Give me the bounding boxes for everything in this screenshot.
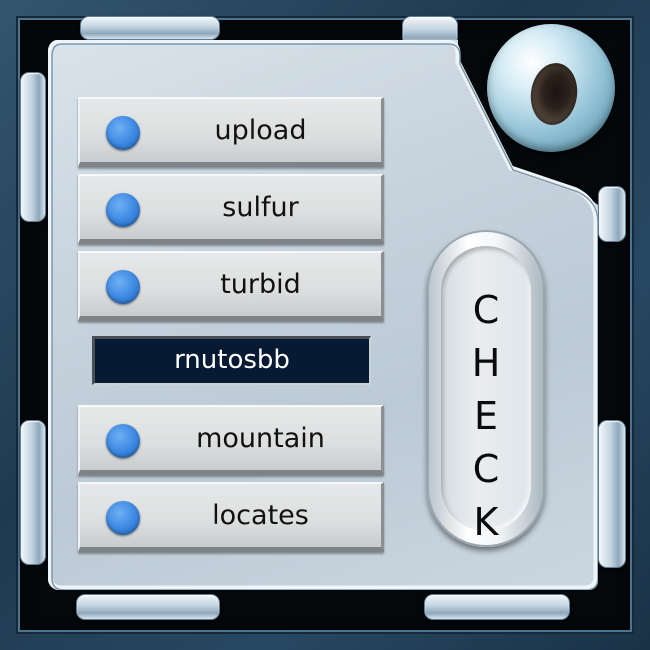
camera-eye-icon (487, 24, 615, 152)
camera-lens (526, 60, 582, 128)
option-button-1[interactable]: upload (78, 97, 384, 167)
check-letter: H (471, 341, 501, 385)
option-button-3[interactable]: turbid (78, 251, 384, 321)
check-button-face: C H E C K (441, 246, 531, 544)
blue-dot-icon (106, 193, 140, 227)
answer-text-field[interactable]: rnutosbb (92, 336, 371, 385)
option-label: locates (212, 500, 309, 531)
blue-dot-icon (106, 270, 140, 304)
option-label: upload (214, 115, 307, 146)
check-letter: K (473, 500, 499, 544)
check-letter: C (472, 447, 500, 491)
bumper-top-left (80, 16, 220, 40)
bumper-bottom-right (424, 594, 570, 620)
check-button[interactable]: C H E C K (427, 230, 545, 547)
option-button-5[interactable]: locates (78, 482, 384, 552)
option-button-4[interactable]: mountain (78, 405, 384, 475)
blue-dot-icon (106, 501, 140, 535)
check-letter: C (472, 288, 500, 332)
bumper-right-top (598, 186, 626, 242)
bumper-right-bottom (598, 420, 626, 568)
option-label: sulfur (222, 192, 299, 223)
blue-dot-icon (106, 424, 140, 458)
bumper-left-top (20, 72, 46, 222)
option-label: turbid (220, 269, 301, 300)
bumper-bottom-left (76, 594, 220, 620)
option-button-2[interactable]: sulfur (78, 174, 384, 244)
check-letter: E (473, 394, 498, 438)
blue-dot-icon (106, 116, 140, 150)
bumper-left-bottom (20, 420, 46, 565)
check-button-label: C H E C K (441, 284, 531, 549)
option-label: mountain (196, 423, 325, 454)
